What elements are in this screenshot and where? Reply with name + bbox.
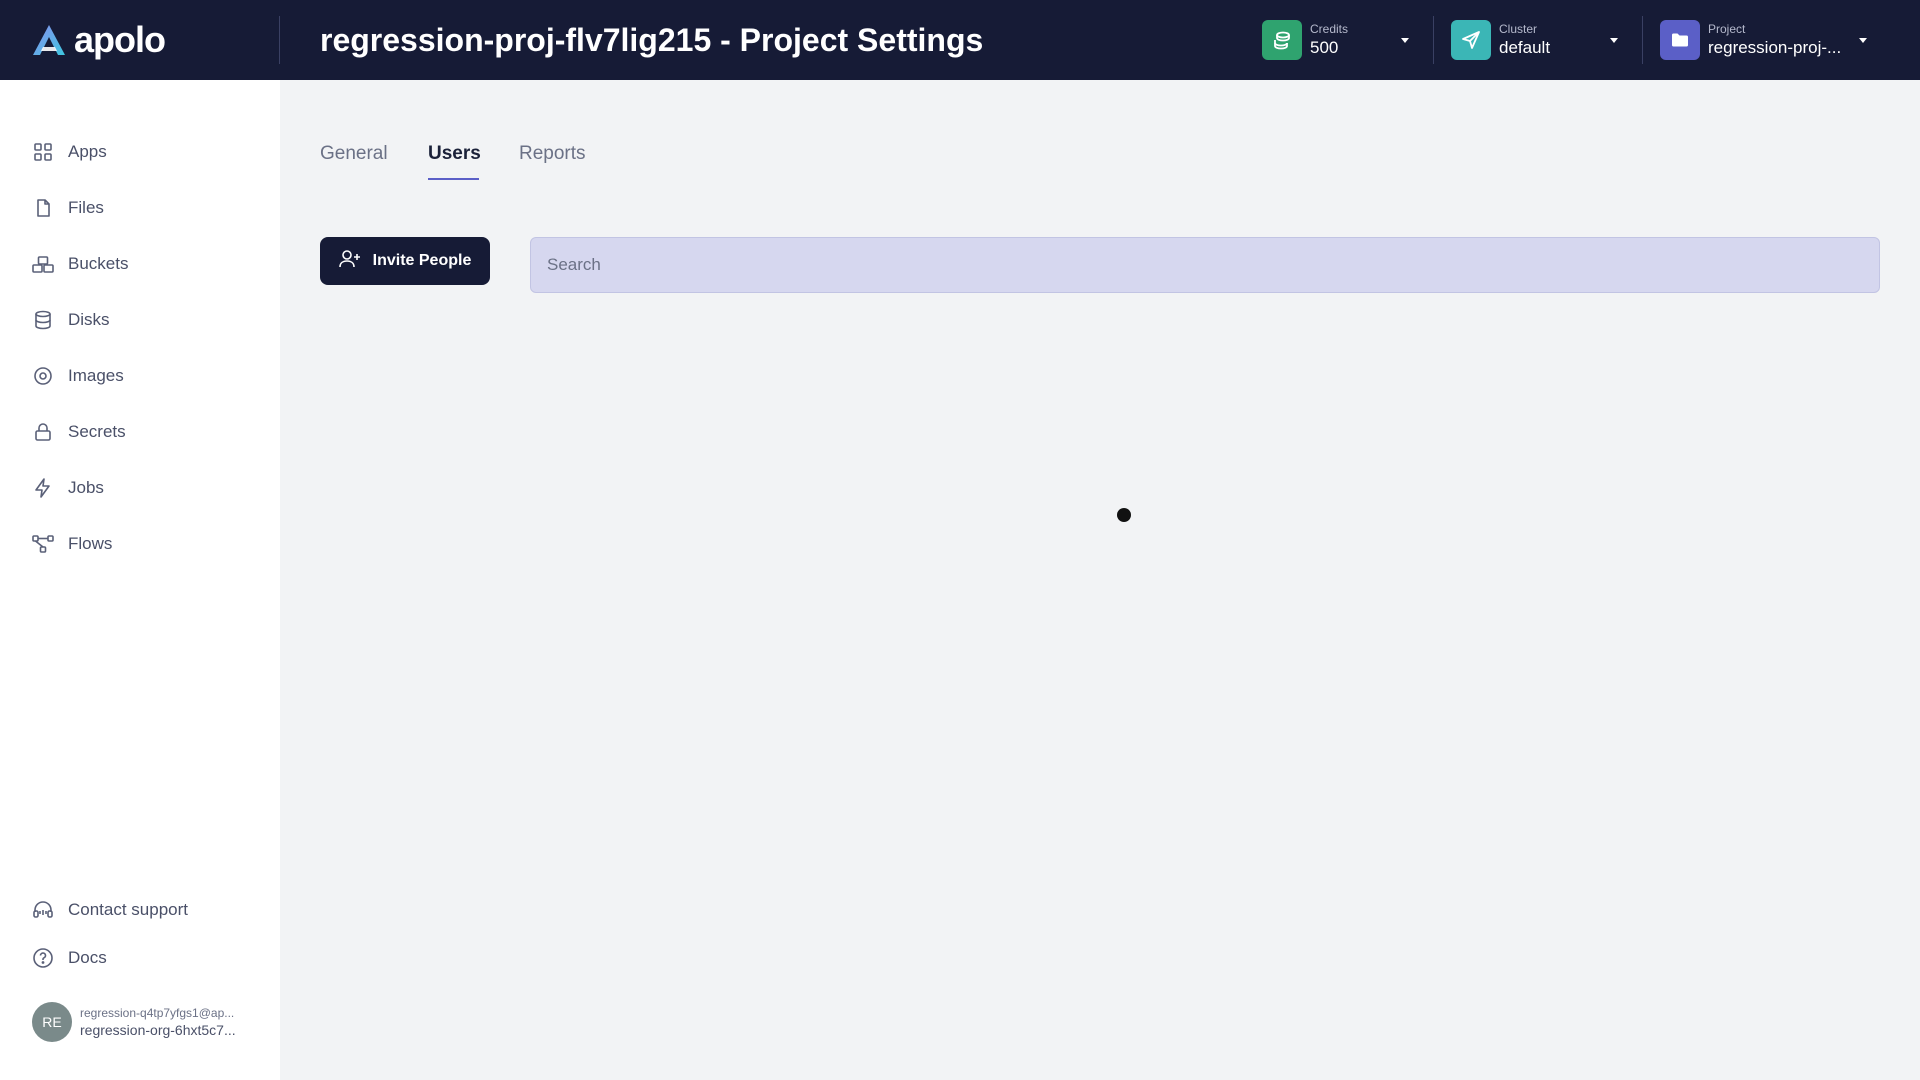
tab-reports[interactable]: Reports — [519, 140, 586, 168]
sidebar-item-label: Disks — [68, 310, 110, 329]
sidebar-item-label: Contact support — [68, 900, 189, 919]
search-input[interactable] — [530, 237, 1880, 293]
sidebar-item-files[interactable]: Files — [32, 193, 104, 223]
sidebar-item-flows[interactable]: Flows — [32, 529, 112, 559]
sidebar-item-label: Buckets — [68, 254, 129, 273]
help-circle-icon — [32, 947, 54, 969]
sidebar-item-secrets[interactable]: Secrets — [32, 417, 126, 447]
sidebar-item-label: Secrets — [68, 422, 126, 441]
chevron-down-icon[interactable] — [1859, 38, 1867, 43]
user-menu[interactable]: RE regression-q4tp7yfgs1@ap... regressio… — [32, 1000, 236, 1044]
header-divider — [279, 16, 280, 64]
chevron-down-icon[interactable] — [1610, 38, 1618, 43]
sidebar-item-label: Docs — [68, 948, 107, 967]
buckets-icon — [32, 253, 54, 275]
invite-people-label: Invite People — [372, 252, 472, 269]
sidebar-item-label: Images — [68, 366, 124, 385]
user-org: regression-org-6hxt5c7... — [80, 1022, 236, 1038]
lock-icon — [32, 421, 54, 443]
cluster-value: default — [1499, 37, 1551, 57]
sidebar-item-disks[interactable]: Disks — [32, 305, 110, 335]
sidebar-item-buckets[interactable]: Buckets — [32, 249, 128, 279]
active-tab-indicator — [428, 178, 479, 180]
tab-general[interactable]: General — [320, 140, 388, 168]
user-plus-icon — [338, 249, 361, 274]
database-icon — [32, 309, 54, 331]
cluster-selector[interactable]: Cluster default — [1451, 19, 1550, 61]
sidebar-item-images[interactable]: Images — [32, 361, 124, 391]
flows-icon — [32, 533, 54, 555]
header-divider — [1642, 16, 1643, 64]
apps-grid-icon — [32, 141, 54, 163]
credits-label: Credits — [1310, 21, 1349, 36]
lightning-icon — [32, 477, 54, 499]
headset-icon — [32, 899, 54, 921]
image-disc-icon — [32, 365, 54, 387]
sidebar-item-jobs[interactable]: Jobs — [32, 473, 104, 503]
apolo-logo-icon — [33, 25, 65, 55]
loading-spinner — [1117, 508, 1131, 522]
avatar: RE — [32, 1002, 72, 1042]
sidebar-item-apps[interactable]: Apps — [32, 137, 107, 167]
user-email: regression-q4tp7yfgs1@ap... — [80, 1006, 235, 1020]
credits-selector[interactable]: Credits 500 — [1262, 19, 1348, 61]
folder-icon — [1660, 20, 1700, 60]
sidebar: Apps Files Buckets Disks Images Secrets … — [0, 80, 280, 1080]
project-selector[interactable]: Project regression-proj-... — [1660, 19, 1841, 61]
send-icon — [1451, 20, 1491, 60]
invite-people-button[interactable]: Invite People — [320, 237, 490, 285]
sidebar-item-label: Jobs — [68, 478, 104, 497]
sidebar-item-label: Apps — [68, 142, 107, 161]
tab-users[interactable]: Users — [428, 140, 481, 168]
apolo-logo[interactable]: apolo — [32, 19, 166, 60]
project-label: Project — [1708, 21, 1746, 36]
chevron-down-icon[interactable] — [1401, 38, 1409, 43]
header-divider — [1433, 16, 1434, 64]
sidebar-item-label: Files — [68, 198, 104, 217]
cluster-label: Cluster — [1499, 21, 1538, 36]
brand-name: apolo — [74, 19, 166, 60]
contact-support-link[interactable]: Contact support — [32, 895, 188, 925]
file-icon — [32, 197, 54, 219]
docs-link[interactable]: Docs — [32, 943, 107, 973]
coins-icon — [1262, 20, 1302, 60]
credits-value: 500 — [1310, 37, 1339, 57]
sidebar-item-label: Flows — [68, 534, 113, 553]
page-title: regression-proj-flv7lig215 - Project Set… — [320, 22, 984, 58]
top-bar: apolo regression-proj-flv7lig215 - Proje… — [0, 0, 1920, 80]
project-value: regression-proj-... — [1708, 37, 1842, 57]
